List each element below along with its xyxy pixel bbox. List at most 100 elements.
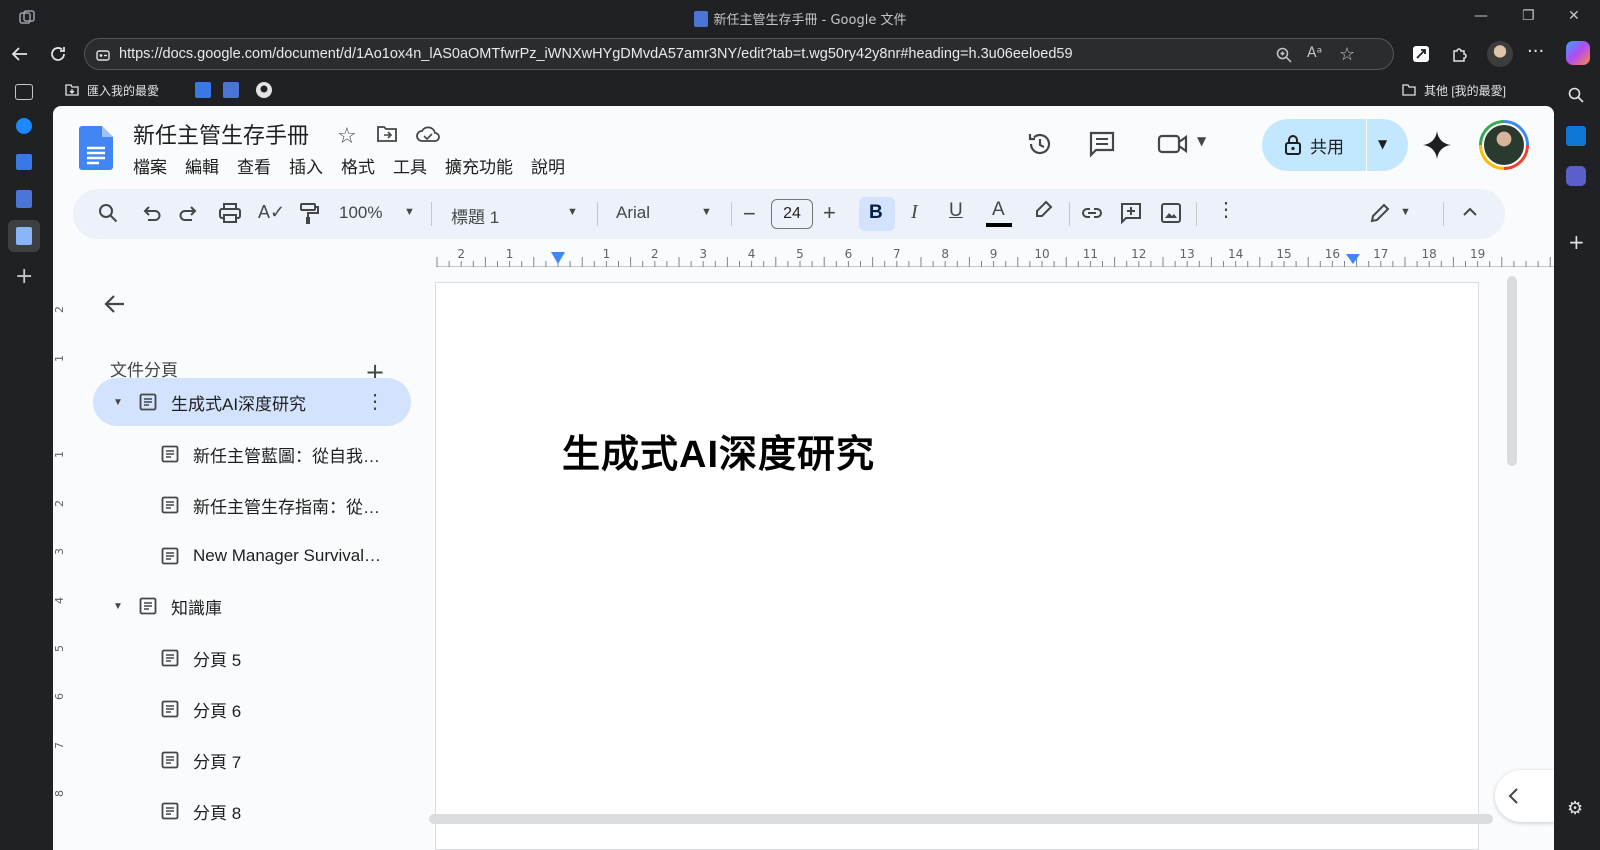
gemini-icon[interactable] [1422, 130, 1452, 160]
tab-more-icon[interactable]: ⋮ [365, 389, 385, 414]
restore-icon[interactable]: ❐ [1522, 8, 1535, 24]
close-icon[interactable]: ✕ [1568, 8, 1580, 24]
tab-item[interactable]: 分頁 8 [93, 787, 411, 835]
bold-button[interactable]: B [859, 197, 895, 231]
other-favorites-folder-icon[interactable] [1401, 82, 1417, 98]
minimize-icon[interactable]: — [1474, 8, 1488, 24]
print-icon[interactable] [218, 202, 242, 224]
tab-item[interactable]: ▼ 知識庫 [93, 582, 411, 630]
teams-icon[interactable] [1566, 166, 1586, 186]
font-select[interactable]: Arial [616, 203, 650, 223]
site-info-icon[interactable] [95, 47, 111, 63]
outlook-calendar-icon[interactable] [1566, 126, 1586, 146]
copilot-icon[interactable] [1566, 41, 1590, 65]
sidebar-add-icon[interactable]: + [1568, 230, 1585, 254]
account-avatar[interactable] [1479, 120, 1529, 170]
paragraph-style-select[interactable]: 標題 1 [451, 203, 499, 228]
bookmark-github-icon[interactable] [255, 81, 273, 99]
sidebar-search-icon[interactable] [1567, 86, 1585, 104]
meet-icon[interactable] [1157, 133, 1189, 155]
menu-file[interactable]: 檔案 [133, 153, 167, 178]
font-size-input[interactable]: 24 [771, 199, 813, 229]
tab-item[interactable]: 分頁 6 [93, 685, 411, 733]
insert-link-icon[interactable] [1080, 202, 1104, 224]
document-heading[interactable]: 生成式AI深度研究 [562, 423, 875, 478]
menu-help[interactable]: 說明 [531, 153, 565, 178]
favorite-star-icon[interactable]: ☆ [1339, 44, 1355, 65]
vertical-ruler[interactable]: 2 1 1 2 3 4 5 6 7 8 [53, 268, 73, 850]
move-folder-icon[interactable] [376, 124, 398, 144]
tab-item[interactable]: ▼ 生成式AI深度研究 ⋮ [93, 378, 411, 426]
import-favorites-link[interactable]: 匯入我的最愛 [87, 82, 159, 99]
menu-view[interactable]: 查看 [237, 153, 271, 178]
style-dropdown-icon[interactable]: ▼ [567, 206, 578, 218]
zoom-dropdown-icon[interactable]: ▼ [404, 206, 415, 218]
address-bar[interactable]: https://docs.google.com/document/d/1Ao1o… [84, 38, 1394, 70]
expand-caret-icon[interactable]: ▼ [113, 397, 135, 408]
back-arrow-icon[interactable] [103, 292, 127, 316]
increase-font-size-icon[interactable]: + [823, 200, 836, 226]
docs-tab-icon[interactable] [16, 190, 32, 208]
decrease-font-size-icon[interactable]: − [743, 201, 756, 227]
tab-item[interactable]: 新任主管藍圖：從自我… [93, 430, 411, 478]
tab-item[interactable]: 新任主管生存指南：從… [93, 481, 411, 529]
menu-edit[interactable]: 編輯 [185, 153, 219, 178]
sidebar-settings-icon[interactable]: ⚙ [1567, 798, 1583, 819]
underline-icon[interactable]: U [949, 200, 963, 222]
new-tab-icon[interactable]: + [15, 264, 33, 289]
document-title[interactable]: 新任主管生存手冊 [133, 118, 309, 150]
document-page[interactable]: 生成式AI深度研究 [435, 282, 1479, 850]
menu-tools[interactable]: 工具 [393, 153, 427, 178]
undo-icon[interactable] [140, 202, 162, 224]
comments-icon[interactable] [1088, 130, 1116, 158]
expand-caret-icon[interactable]: ▼ [113, 601, 135, 612]
other-favorites-link[interactable]: 其他 [我的最愛] [1424, 82, 1506, 99]
italic-icon[interactable]: I [911, 201, 918, 224]
history-icon[interactable] [1026, 130, 1054, 158]
import-favorites-icon[interactable] [64, 82, 80, 98]
insert-image-icon[interactable] [1160, 202, 1182, 224]
share-button[interactable]: 共用 ▼ [1262, 119, 1408, 171]
redo-icon[interactable] [178, 202, 200, 224]
messenger-icon[interactable] [16, 118, 32, 134]
extensions-puzzle-icon[interactable] [1450, 44, 1470, 64]
menu-insert[interactable]: 插入 [289, 153, 323, 178]
highlight-color-icon[interactable] [1032, 199, 1054, 223]
zoom-icon[interactable] [1275, 46, 1293, 64]
spellcheck-icon[interactable]: A✓ [258, 202, 285, 223]
bookmark-docs-icon[interactable] [223, 82, 239, 98]
translate-tab-icon[interactable] [16, 154, 32, 170]
more-toolbar-icon[interactable]: ⋮ [1216, 200, 1236, 220]
tab-item[interactable]: 分頁 7 [93, 736, 411, 784]
menu-format[interactable]: 格式 [341, 153, 375, 178]
search-menus-icon[interactable] [97, 202, 119, 224]
tab-item[interactable]: New Manager Survival… [93, 532, 411, 580]
meet-dropdown-icon[interactable]: ▼ [1197, 134, 1206, 148]
tab-item[interactable]: 分頁 5 [93, 634, 411, 682]
side-panel-toggle-button[interactable] [1495, 770, 1554, 822]
hide-menus-icon[interactable] [1460, 202, 1480, 222]
menu-extensions[interactable]: 擴充功能 [445, 153, 513, 178]
more-options-icon[interactable]: ··· [1527, 41, 1544, 62]
tab-actions-icon[interactable] [15, 84, 33, 100]
font-dropdown-icon[interactable]: ▼ [701, 206, 712, 218]
zoom-select[interactable]: 100% [339, 203, 382, 223]
add-comment-icon[interactable] [1120, 202, 1142, 224]
editing-mode-dropdown-icon[interactable]: ▼ [1400, 206, 1411, 218]
read-aloud-icon[interactable]: Aᵃ [1307, 45, 1322, 61]
bookmark-translate-icon[interactable] [195, 82, 211, 98]
star-icon[interactable]: ☆ [337, 124, 357, 149]
editing-mode-icon[interactable] [1369, 202, 1391, 224]
cloud-saved-icon[interactable] [416, 124, 440, 144]
docs-active-tab-icon[interactable] [8, 220, 40, 252]
back-icon[interactable] [10, 44, 30, 64]
share-dropdown-icon[interactable]: ▼ [1378, 137, 1387, 151]
vertical-scrollbar[interactable] [1507, 276, 1517, 466]
paint-format-icon[interactable] [298, 202, 320, 226]
reload-icon[interactable] [48, 44, 68, 64]
horizontal-scrollbar[interactable] [429, 814, 1493, 824]
text-color-icon[interactable]: A [986, 197, 1012, 229]
horizontal-ruler[interactable]: 2 1 1 2 3 4 5 6 7 8 9 10 11 12 13 14 15 16 17 18 19 [436, 245, 1554, 267]
docs-logo-icon[interactable] [79, 126, 113, 170]
profile-avatar[interactable] [1487, 41, 1513, 67]
